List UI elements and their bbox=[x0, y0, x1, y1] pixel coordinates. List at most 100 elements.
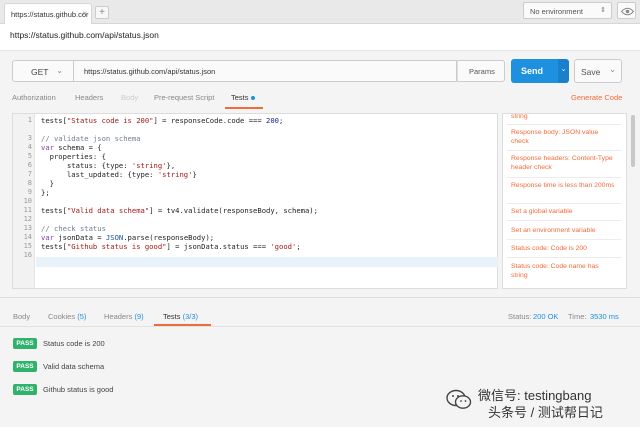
line-number: 9 bbox=[27, 188, 32, 196]
snippet-item[interactable]: Status code: Code name has string bbox=[511, 262, 616, 280]
generate-code-link[interactable]: Generate Code bbox=[571, 93, 622, 102]
divider bbox=[507, 220, 621, 221]
code-line: var jsonData = JSON.parse(responseBody); bbox=[41, 233, 215, 242]
divider bbox=[507, 177, 621, 178]
code-line: last_updated: {type: 'string'} bbox=[41, 170, 197, 179]
response-tab-cookies[interactable]: Cookies (5) bbox=[48, 312, 86, 321]
line-number: 14 bbox=[23, 233, 32, 241]
method-label: GET bbox=[31, 67, 49, 77]
url-input[interactable]: https://status.github.com/api/status.jso… bbox=[74, 60, 457, 82]
response-tab-label: Tests bbox=[163, 312, 181, 321]
line-number: 15 bbox=[23, 242, 32, 250]
tab-pre-request-script[interactable]: Pre-request Script bbox=[154, 93, 214, 102]
snippet-item[interactable]: Set an environment variable bbox=[511, 226, 616, 235]
chevron-down-icon: ⌄ bbox=[56, 66, 63, 75]
divider bbox=[0, 326, 640, 327]
time-label: Time: bbox=[568, 312, 587, 321]
params-button[interactable]: Params bbox=[457, 60, 505, 82]
active-line-highlight bbox=[36, 257, 498, 267]
code-line: tests["Github status is good"] = jsonDat… bbox=[41, 242, 301, 251]
request-name-heading: https://status.github.com/api/status.jso… bbox=[0, 24, 640, 51]
response-tab-label: Cookies bbox=[48, 312, 76, 321]
code-line: properties: { bbox=[41, 152, 106, 161]
close-icon[interactable]: × bbox=[82, 9, 87, 18]
line-number: 16 bbox=[23, 251, 32, 259]
response-tab-label: Body bbox=[13, 312, 31, 321]
chevron-down-icon: ⌄ bbox=[560, 66, 567, 73]
line-number: 4 bbox=[27, 143, 32, 151]
tab-tests[interactable]: Tests bbox=[231, 93, 255, 102]
environment-quick-look-button[interactable] bbox=[617, 2, 636, 19]
snippet-item[interactable]: string bbox=[511, 114, 616, 121]
send-dropdown-button[interactable]: ⌄ bbox=[558, 59, 569, 83]
snippet-item[interactable]: Set a global variable bbox=[511, 207, 616, 216]
code-line: tests["Status code is 200"] = responseCo… bbox=[41, 116, 284, 125]
line-number: 8 bbox=[27, 179, 32, 187]
line-number: 10 bbox=[23, 197, 32, 205]
environment-label: No environment bbox=[530, 7, 583, 16]
tab-tests-label: Tests bbox=[231, 93, 249, 102]
environment-select[interactable]: No environment ⇕ bbox=[523, 2, 612, 19]
line-number: 5 bbox=[27, 152, 32, 160]
tests-code-editor[interactable]: 1 3 4 5 6 7 8 9 10 11 12 13 14 15 16 tes… bbox=[12, 113, 498, 289]
snippet-item[interactable]: Status code: Code is 200 bbox=[511, 244, 616, 253]
test-result-text: Status code is 200 bbox=[43, 339, 105, 348]
code-line: tests["Valid data schema"] = tv4.validat… bbox=[41, 206, 318, 215]
line-number: 1 bbox=[27, 116, 32, 124]
snippets-panel: string Response body: JSON value check R… bbox=[502, 113, 627, 289]
response-tab-label: Headers bbox=[104, 312, 133, 321]
divider bbox=[507, 239, 621, 240]
divider bbox=[507, 257, 621, 258]
line-number: 11 bbox=[23, 206, 32, 214]
pass-badge: PASS bbox=[13, 338, 37, 349]
time-value: 3530 ms bbox=[590, 312, 619, 321]
code-line: // validate json schema bbox=[41, 134, 141, 143]
chevron-down-icon: ⌄ bbox=[609, 65, 616, 74]
chevron-updown-icon: ⇕ bbox=[600, 7, 606, 14]
line-number: 3 bbox=[27, 134, 32, 142]
response-tab-headers[interactable]: Headers (9) bbox=[104, 312, 144, 321]
divider bbox=[507, 203, 621, 204]
count-badge: (9) bbox=[134, 312, 144, 321]
modified-dot-icon bbox=[250, 96, 255, 101]
code-line: // check status bbox=[41, 224, 106, 233]
divider bbox=[507, 124, 621, 125]
wechat-logo-icon bbox=[446, 389, 472, 409]
snippet-item[interactable]: Response headers: Content-Type header ch… bbox=[511, 154, 616, 172]
count-badge: (5) bbox=[77, 312, 87, 321]
code-line: var schema = { bbox=[41, 143, 102, 152]
request-tab[interactable]: https://status.github.cor × bbox=[4, 3, 92, 24]
line-number: 6 bbox=[27, 161, 32, 169]
tab-body[interactable]: Body bbox=[121, 93, 138, 102]
status-label: Status: bbox=[508, 312, 532, 321]
line-number: 13 bbox=[23, 224, 32, 232]
code-line: } bbox=[41, 179, 54, 188]
code-line: }; bbox=[41, 188, 50, 197]
request-tab-label: https://status.github.cor bbox=[11, 10, 89, 19]
divider bbox=[0, 297, 640, 298]
tab-authorization[interactable]: Authorization bbox=[12, 93, 56, 102]
test-result-text: Github status is good bbox=[43, 385, 114, 394]
send-button[interactable]: Send bbox=[511, 59, 558, 83]
snippet-item[interactable]: Response body: JSON value check bbox=[511, 128, 616, 146]
line-number: 12 bbox=[23, 215, 32, 223]
pass-badge: PASS bbox=[13, 384, 37, 395]
pass-badge: PASS bbox=[13, 361, 37, 372]
eye-icon bbox=[621, 7, 634, 16]
divider bbox=[507, 150, 621, 151]
snippet-item[interactable]: Response time is less than 200ms bbox=[511, 181, 616, 190]
watermark-toutiao: 头条号 / 测试帮日记 bbox=[488, 405, 603, 420]
test-result-text: Valid data schema bbox=[43, 362, 105, 371]
method-select[interactable]: GET ⌄ bbox=[12, 60, 74, 82]
count-badge: (3/3) bbox=[182, 312, 199, 321]
save-label: Save bbox=[581, 67, 601, 77]
save-button[interactable]: Save ⌄ bbox=[574, 59, 622, 83]
add-tab-button[interactable]: + bbox=[95, 6, 109, 19]
line-number: 7 bbox=[27, 170, 32, 178]
snippets-scrollbar[interactable] bbox=[631, 115, 635, 167]
response-tab-tests[interactable]: Tests (3/3) bbox=[163, 312, 198, 321]
response-tab-body[interactable]: Body bbox=[13, 312, 30, 321]
tab-headers[interactable]: Headers bbox=[75, 93, 103, 102]
code-line: status: {type: 'string'}, bbox=[41, 161, 176, 170]
status-value: 200 OK bbox=[533, 312, 559, 321]
